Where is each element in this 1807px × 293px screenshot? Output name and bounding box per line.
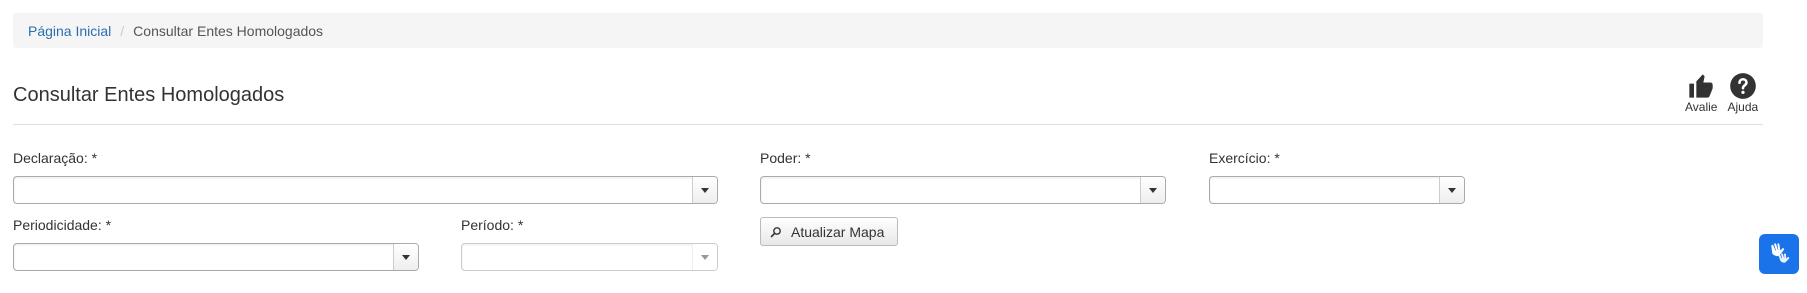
atualizar-mapa-label: Atualizar Mapa [791,223,885,240]
title-divider [13,124,1763,125]
breadcrumb-separator: / [120,22,125,39]
page-title: Consultar Entes Homologados [13,84,285,106]
declaracao-label: Declaração: * [13,150,98,166]
accessibility-button[interactable] [1759,234,1799,274]
declaracao-select[interactable] [13,176,718,204]
help-icon [1729,73,1756,99]
breadcrumb-current: Consultar Entes Homologados [133,22,324,39]
atualizar-mapa-button[interactable]: Atualizar Mapa [760,217,898,246]
breadcrumb: Página Inicial / Consultar Entes Homolog… [13,13,1763,48]
periodicidade-select[interactable] [13,243,419,271]
sign-language-icon [1771,243,1790,263]
exercicio-field: Exercício: * [1209,150,1280,166]
chevron-down-icon [692,244,717,270]
rate-button[interactable]: Avalie [1685,72,1717,114]
periodicidade-field: Periodicidade: * [13,217,111,233]
chevron-down-icon [1439,177,1464,203]
help-button[interactable]: Ajuda [1727,72,1758,114]
chevron-down-icon [1140,177,1165,203]
periodo-field: Período: * [461,217,523,233]
periodo-label: Período: * [461,217,524,233]
page-actions: Avalie Ajuda [1685,72,1758,114]
poder-select[interactable] [760,176,1166,204]
poder-label: Poder: * [760,150,811,166]
periodicidade-label: Periodicidade: * [13,217,112,233]
thumbs-up-icon [1689,74,1713,98]
rate-label: Avalie [1685,100,1718,114]
search-icon [770,226,781,237]
chevron-down-icon [393,244,418,270]
breadcrumb-home-link[interactable]: Página Inicial [28,23,111,39]
poder-field: Poder: * [760,150,811,166]
help-label: Ajuda [1727,100,1759,114]
declaracao-field: Declaração: * [13,150,97,166]
exercicio-select[interactable] [1209,176,1465,204]
periodo-select[interactable] [461,243,718,271]
chevron-down-icon [692,177,717,203]
exercicio-label: Exercício: * [1209,150,1280,166]
